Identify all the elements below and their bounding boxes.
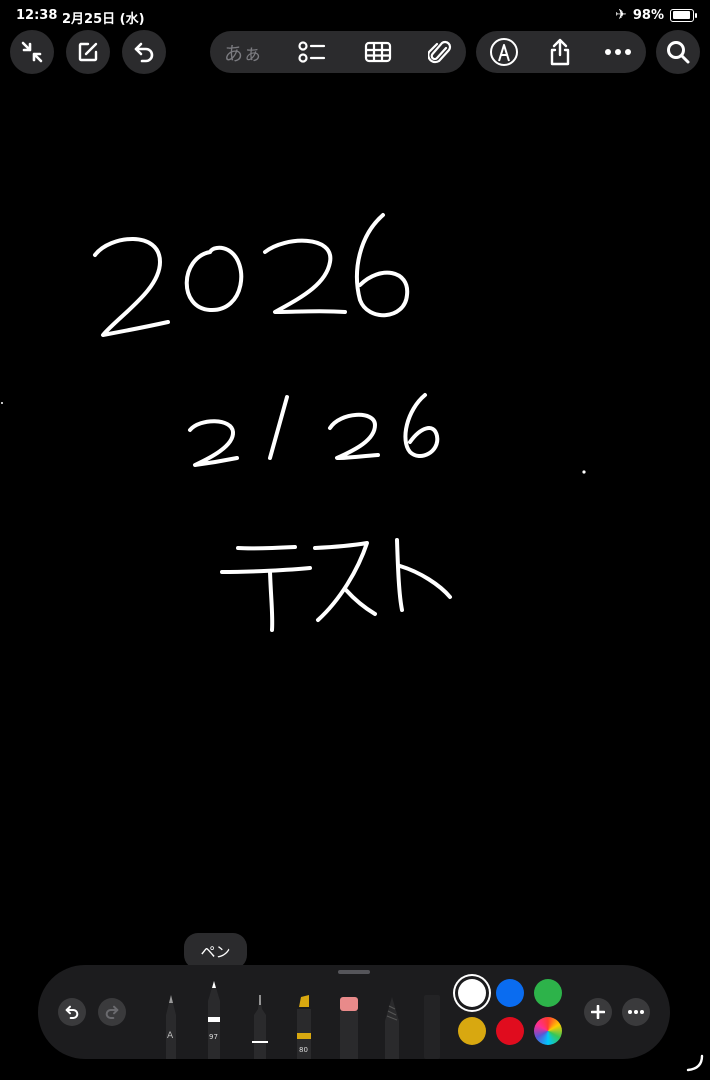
markup-pen-icon bbox=[490, 38, 518, 66]
ruler-icon bbox=[424, 995, 440, 1059]
more-icon bbox=[628, 1010, 644, 1014]
attachment-icon bbox=[428, 40, 452, 64]
table-icon bbox=[364, 41, 392, 63]
palette-undo-button[interactable] bbox=[58, 998, 86, 1026]
markup-button[interactable] bbox=[480, 31, 528, 73]
ruler-tool[interactable] bbox=[422, 995, 442, 1059]
checklist-button[interactable] bbox=[288, 31, 336, 73]
pen-tool[interactable]: 97 bbox=[204, 979, 224, 1059]
search-button[interactable] bbox=[656, 30, 700, 74]
palette-redo-button[interactable] bbox=[98, 998, 126, 1026]
fineliner-icon bbox=[252, 995, 268, 1059]
text-format-button[interactable]: あぁ bbox=[220, 31, 266, 73]
attachment-button[interactable] bbox=[416, 31, 464, 73]
eraser-icon bbox=[340, 997, 358, 1059]
more-button[interactable] bbox=[594, 31, 642, 73]
collapse-button[interactable] bbox=[10, 30, 54, 74]
search-icon bbox=[667, 41, 690, 64]
marker-tool[interactable]: 80 bbox=[294, 995, 314, 1059]
color-green-swatch[interactable] bbox=[534, 979, 562, 1007]
battery-percent: 98% bbox=[632, 7, 664, 23]
undo-button[interactable] bbox=[122, 30, 166, 74]
compose-icon bbox=[78, 42, 98, 62]
handwritten-line-1 bbox=[1, 213, 410, 404]
table-button[interactable] bbox=[354, 31, 402, 73]
share-icon bbox=[550, 38, 570, 66]
collapse-icon bbox=[21, 41, 43, 63]
format-pill: あぁ bbox=[210, 31, 466, 73]
note-canvas[interactable]: 2026 bbox=[0, 80, 710, 960]
marker-label: 80 bbox=[299, 1046, 308, 1054]
color-white-swatch[interactable] bbox=[458, 979, 486, 1007]
palette-drag-handle[interactable] bbox=[338, 970, 370, 974]
eraser-tool[interactable] bbox=[338, 997, 360, 1059]
pencil-icon bbox=[166, 995, 176, 1059]
palette-more-button[interactable] bbox=[622, 998, 650, 1026]
tool-tooltip: ペン bbox=[184, 933, 247, 969]
more-icon bbox=[605, 49, 631, 55]
right-pill bbox=[476, 31, 646, 73]
status-right: ✈ 98% bbox=[615, 7, 697, 23]
airplane-icon: ✈ bbox=[615, 7, 627, 23]
share-button[interactable] bbox=[536, 31, 584, 73]
handwritten-line-2 bbox=[188, 393, 586, 474]
resize-corner-icon bbox=[686, 1054, 704, 1072]
checklist-icon bbox=[298, 41, 326, 63]
color-blue-swatch[interactable] bbox=[496, 979, 524, 1007]
pen-label: 97 bbox=[209, 1033, 218, 1041]
color-red-swatch[interactable] bbox=[496, 1017, 524, 1045]
add-icon bbox=[591, 1005, 605, 1019]
color-wheel-icon[interactable] bbox=[534, 1017, 562, 1045]
status-bar: 12:38 2月25日 (水) ✈ 98% bbox=[0, 0, 710, 30]
pen-icon bbox=[208, 981, 220, 1059]
tool-palette: A 97 80 bbox=[38, 965, 670, 1059]
crayon-tool[interactable] bbox=[382, 995, 402, 1059]
compose-button[interactable] bbox=[66, 30, 110, 74]
crayon-icon bbox=[385, 997, 399, 1059]
undo-icon bbox=[134, 42, 154, 63]
pencil-label: A bbox=[167, 1031, 174, 1041]
add-button[interactable] bbox=[584, 998, 612, 1026]
status-time: 12:38 bbox=[16, 8, 58, 23]
color-yellow-swatch[interactable] bbox=[458, 1017, 486, 1045]
pencil-tool[interactable]: A bbox=[162, 993, 180, 1059]
status-date: 2月25日 (水) bbox=[62, 12, 145, 27]
handwritten-line-3 bbox=[220, 538, 452, 632]
undo-icon bbox=[65, 1005, 79, 1019]
redo-icon bbox=[105, 1005, 119, 1019]
fineliner-tool[interactable] bbox=[250, 993, 270, 1059]
battery-icon bbox=[670, 8, 697, 22]
